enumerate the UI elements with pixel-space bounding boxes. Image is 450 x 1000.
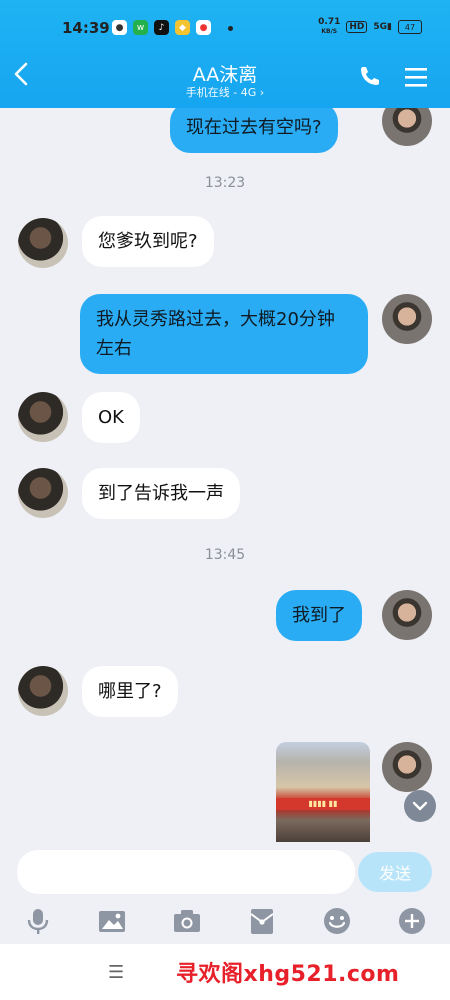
battery-icon: 47 [398, 20, 422, 34]
scroll-to-bottom-button[interactable] [404, 790, 436, 822]
camera-icon[interactable] [172, 906, 202, 936]
avatar-self[interactable] [382, 108, 432, 146]
chat-subtitle[interactable]: 手机在线 - 4G › [0, 84, 450, 100]
red-packet-icon[interactable] [247, 906, 277, 936]
avatar-self[interactable] [382, 294, 432, 344]
avatar-other[interactable] [18, 468, 68, 518]
status-app-icons: ● w ♪ ◆ ● [112, 20, 211, 35]
plus-icon[interactable] [397, 906, 427, 936]
message-bubble-other[interactable]: OK [82, 392, 140, 443]
shield-icon: ◆ [175, 20, 190, 35]
chat-header: 14:39 ● w ♪ ◆ ● 0.71 KB/S HD 5G▮ 47 AA沫离… [0, 0, 450, 108]
tiktok-icon: ♪ [154, 20, 169, 35]
message-input[interactable] [17, 850, 355, 894]
message-bubble-self[interactable]: 现在过去有空吗? [170, 108, 338, 153]
message-bubble-other[interactable]: 哪里了? [82, 666, 178, 717]
watermark-text: 寻欢阁xhg521.com [176, 962, 400, 987]
avatar-self[interactable] [382, 742, 432, 792]
status-indicators: 0.71 KB/S HD 5G▮ 47 [318, 18, 422, 36]
nav-menu-icon[interactable]: ☰ [108, 962, 124, 983]
system-nav-bar: ☰ 寻欢阁xhg521.com [0, 944, 450, 1000]
chat-toolbar [0, 900, 450, 944]
message-bubble-other[interactable]: 到了告诉我一声 [82, 468, 240, 519]
avatar-self[interactable] [382, 590, 432, 640]
storefront-sign: ▮▮▮▮ ▮▮ [276, 798, 370, 810]
input-bar: 发送 [0, 842, 450, 900]
status-time: 14:39 [62, 19, 110, 37]
menu-icon[interactable] [404, 66, 428, 88]
image-icon[interactable] [97, 906, 127, 936]
wechat-icon: w [133, 20, 148, 35]
send-button[interactable]: 发送 [358, 852, 432, 892]
hd-icon: HD [346, 21, 368, 33]
microphone-icon[interactable] [23, 906, 53, 936]
message-bubble-other[interactable]: 您爹玖到呢? [82, 216, 214, 267]
signal-icon: 5G▮ [373, 22, 392, 32]
phone-icon[interactable] [358, 64, 382, 88]
map-icon: ● [196, 20, 211, 35]
message-list[interactable]: 现在过去有空吗? 13:23 您爹玖到呢? 我从灵秀路过去，大概20分钟左右 O… [0, 108, 450, 842]
emoji-icon[interactable] [322, 906, 352, 936]
soul-icon: ● [112, 20, 127, 35]
avatar-other[interactable] [18, 666, 68, 716]
avatar-other[interactable] [18, 218, 68, 268]
chat-title[interactable]: AA沫离 [0, 60, 450, 87]
message-timestamp: 13:23 [204, 175, 246, 191]
message-image-self[interactable]: ▮▮▮▮ ▮▮ [276, 742, 370, 842]
status-bar: 14:39 ● w ♪ ◆ ● 0.71 KB/S HD 5G▮ 47 [0, 14, 450, 42]
message-bubble-self[interactable]: 我到了 [276, 590, 362, 641]
chevron-down-icon [412, 801, 428, 811]
message-bubble-self[interactable]: 我从灵秀路过去，大概20分钟左右 [80, 294, 368, 374]
network-speed: 0.71 KB/S [318, 17, 341, 36]
avatar-other[interactable] [18, 392, 68, 442]
notification-dot-icon [228, 26, 233, 31]
message-timestamp: 13:45 [204, 547, 246, 563]
